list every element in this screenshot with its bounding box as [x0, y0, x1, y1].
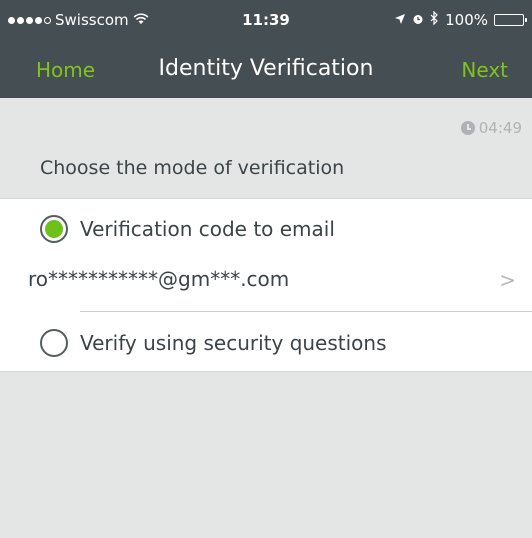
top-bar: Swisscom 11:39 100% Home Identity Verifi…	[0, 0, 532, 98]
masked-email: ro***********@gm***.com	[28, 267, 290, 291]
timer-value: 04:49	[478, 119, 522, 137]
bluetooth-icon	[430, 10, 439, 29]
battery-percent: 100%	[445, 11, 488, 29]
clock-icon	[460, 121, 475, 135]
nav-bar: Home Identity Verification Next	[0, 40, 532, 98]
option-security-questions-label: Verify using security questions	[80, 331, 387, 355]
divider	[80, 311, 532, 312]
security-questions-radio[interactable]	[40, 329, 68, 357]
battery-icon	[494, 14, 527, 26]
option-email-label: Verification code to email	[80, 217, 335, 241]
status-bar: Swisscom 11:39 100%	[0, 0, 532, 40]
alarm-icon	[412, 11, 424, 29]
email-radio[interactable]	[40, 215, 68, 243]
option-email[interactable]: Verification code to email	[0, 213, 532, 249]
option-security-questions[interactable]: Verify using security questions	[0, 327, 532, 363]
status-right: 100%	[394, 10, 527, 29]
section-title: Choose the mode of verification	[40, 157, 345, 179]
page-title: Identity Verification	[158, 56, 374, 81]
next-button[interactable]: Next	[461, 58, 508, 82]
location-arrow-icon	[394, 11, 406, 29]
countdown-timer: 04:49	[460, 119, 522, 137]
verification-options: Verification code to email ro***********…	[0, 198, 532, 372]
email-address-row[interactable]: ro***********@gm***.com >	[0, 261, 532, 301]
chevron-right-icon: >	[499, 268, 516, 292]
